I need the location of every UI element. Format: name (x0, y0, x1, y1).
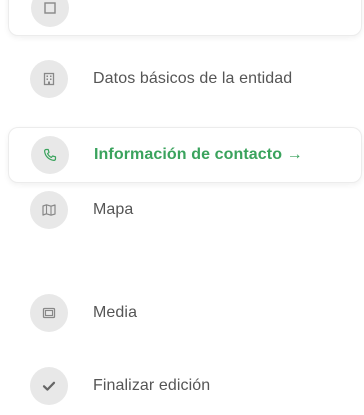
arrow-right-icon: → (286, 146, 303, 163)
edit-wizard-steps: Datos básicos de la entidad Información … (0, 0, 364, 415)
step-label-active: Información de contacto → (94, 146, 303, 163)
step-icon-circle (31, 0, 69, 27)
media-icon (42, 307, 56, 319)
step-mapa[interactable]: Mapa (8, 182, 362, 238)
step-icon-circle (30, 294, 68, 332)
step-icon-circle (30, 191, 68, 229)
phone-icon (44, 148, 57, 161)
step-label: Finalizar edición (93, 377, 211, 394)
step-label: Mapa (93, 201, 134, 218)
check-icon (42, 381, 56, 391)
map-icon (42, 204, 56, 216)
step-label: Datos básicos de la entidad (93, 70, 293, 87)
building-icon (43, 72, 55, 86)
step-previous[interactable] (8, 0, 362, 36)
step-icon-circle (31, 136, 69, 174)
step-icon-circle (30, 367, 68, 405)
step-label: Media (93, 304, 138, 321)
step-informacion-contacto[interactable]: Información de contacto → (8, 127, 362, 183)
step-icon-circle (30, 60, 68, 98)
step-datos-basicos[interactable]: Datos básicos de la entidad (8, 51, 362, 107)
step-finalizar-edicion[interactable]: Finalizar edición (8, 358, 362, 414)
category-icon (44, 2, 56, 14)
step-media[interactable]: Media (8, 285, 362, 341)
